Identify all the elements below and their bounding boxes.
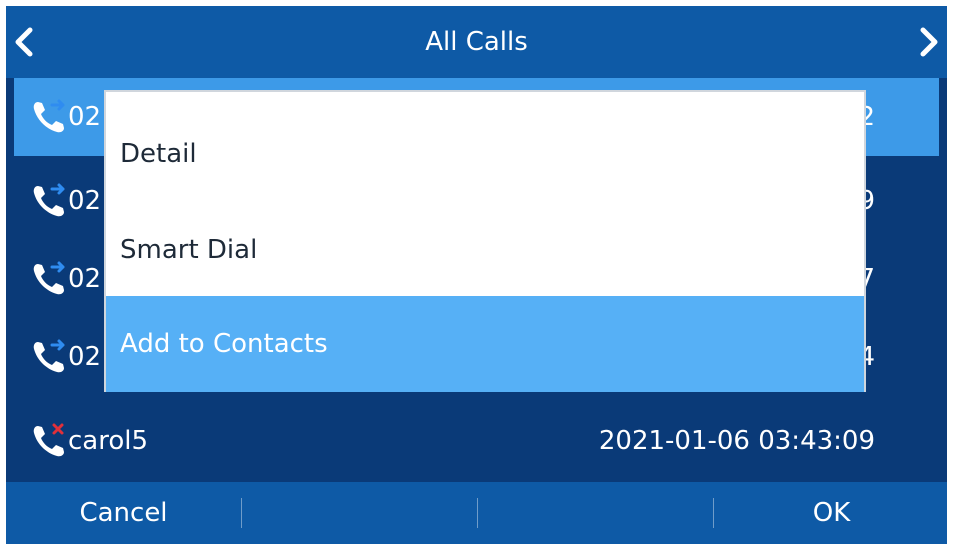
missed-call-icon xyxy=(33,423,64,457)
outgoing-call-icon xyxy=(33,339,65,373)
options-menu: Detail Smart Dial Add to Contacts xyxy=(104,90,866,392)
call-number: 02 xyxy=(68,342,102,372)
call-time: 2021-01-06 03:43:09 xyxy=(598,426,875,456)
softkey-3[interactable] xyxy=(478,482,713,544)
chevron-right-icon[interactable] xyxy=(913,26,945,58)
call-row[interactable]: carol5 2021-01-06 03:43:09 xyxy=(6,402,947,480)
call-number: 02 xyxy=(68,102,102,132)
menu-item-smart-dial[interactable]: Smart Dial xyxy=(106,202,864,298)
call-number: 02 xyxy=(68,186,102,216)
cancel-button[interactable]: Cancel xyxy=(6,482,241,544)
outgoing-call-icon xyxy=(33,99,65,133)
call-number: 02 xyxy=(68,264,102,294)
softkey-2[interactable] xyxy=(242,482,477,544)
menu-item-add-to-contacts[interactable]: Add to Contacts xyxy=(106,296,864,392)
page-title: All Calls xyxy=(425,27,528,57)
menu-item-detail[interactable]: Detail xyxy=(106,106,864,202)
title-bar: All Calls xyxy=(6,6,947,78)
outgoing-call-icon xyxy=(33,183,65,217)
call-number: carol5 xyxy=(68,426,149,456)
softkey-bar: Cancel OK xyxy=(6,482,947,544)
ok-button[interactable]: OK xyxy=(714,482,947,544)
phone-screen: All Calls 02 2 02 9 02 7 02 4 carol5 202… xyxy=(6,6,947,544)
outgoing-call-icon xyxy=(33,261,65,295)
